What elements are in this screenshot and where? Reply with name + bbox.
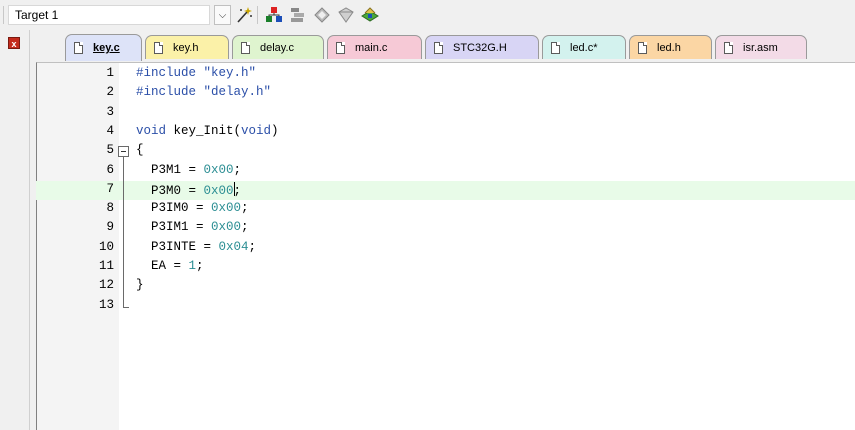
tab-key-h[interactable]: key.h	[145, 35, 229, 59]
code-text: EA = 1;	[136, 259, 204, 273]
fold-collapse-icon[interactable]	[118, 146, 129, 158]
file-icon	[74, 42, 83, 54]
line-number: 11	[98, 259, 114, 273]
code-line[interactable]: 13	[36, 297, 855, 316]
line-number: 9	[106, 220, 114, 235]
pack-installer-icon[interactable]	[335, 4, 357, 26]
target-dropdown-button[interactable]: ⌵	[214, 5, 231, 25]
code-text: P3M0 = 0x00;	[136, 181, 242, 198]
tab-label: key.c	[93, 42, 120, 54]
tab-delay-c[interactable]: delay.c	[232, 35, 324, 59]
code-line[interactable]: 7 P3M0 = 0x00;	[36, 180, 855, 200]
file-icon	[638, 41, 647, 54]
code-line[interactable]: 8 P3IM0 = 0x00;	[36, 200, 855, 219]
tab-stc32g-h[interactable]: STC32G.H	[425, 35, 539, 59]
project-panel-edge: x	[0, 30, 30, 430]
toolbar-separator	[257, 6, 258, 24]
fold-end-marker	[123, 306, 129, 308]
tab-label: delay.c	[260, 41, 295, 54]
line-number: 12	[98, 278, 114, 293]
toolbar: Target 1 ⌵	[0, 0, 855, 30]
tab-key-c[interactable]: key.c	[65, 34, 142, 61]
close-icon[interactable]: x	[8, 37, 20, 49]
line-number: 3	[106, 104, 114, 119]
target-select[interactable]: Target 1	[8, 5, 210, 25]
line-number: 13	[98, 297, 114, 312]
line-number: 2	[106, 85, 114, 100]
code-line[interactable]: 1 #include "key.h"	[36, 65, 855, 84]
code-text: P3IM0 = 0x00;	[136, 201, 249, 216]
file-extensions-icon[interactable]	[287, 4, 309, 26]
code-text: #include "delay.h"	[136, 85, 272, 100]
code-line[interactable]: 2 #include "delay.h"	[36, 84, 855, 103]
magic-wand-icon[interactable]	[233, 4, 255, 26]
fold-guide-line	[123, 157, 124, 308]
code-line[interactable]: 9 P3IM1 = 0x00;	[36, 219, 855, 238]
tab-led-h[interactable]: led.h	[629, 35, 712, 59]
file-icon	[336, 41, 345, 54]
line-number: 8	[106, 201, 114, 216]
code-line[interactable]: 12}	[36, 277, 855, 296]
code-line[interactable]: 10 P3INTE = 0x04;	[36, 239, 855, 258]
file-icon	[724, 41, 733, 54]
line-number: 6	[106, 162, 114, 177]
line-number: 1	[106, 66, 114, 80]
code-line[interactable]: 5{	[36, 142, 855, 161]
tab-led-c[interactable]: led.c*	[542, 35, 626, 59]
tab-label: isr.asm	[743, 41, 778, 54]
file-icon	[154, 41, 163, 54]
code-line[interactable]: 6 P3M1 = 0x00;	[36, 162, 855, 181]
manage-project-items-icon[interactable]	[263, 4, 285, 26]
tab-label: STC32G.H	[453, 41, 507, 54]
code-text: P3IM1 = 0x00;	[136, 220, 249, 235]
code-text: }	[136, 278, 144, 293]
line-number: 5	[106, 143, 114, 158]
tab-isr-asm[interactable]: isr.asm	[715, 35, 807, 59]
file-icon	[241, 41, 250, 54]
file-icon	[434, 41, 443, 54]
tab-label: main.c	[355, 41, 388, 54]
code-text: void key_Init(void)	[136, 123, 279, 138]
code-text: P3M1 = 0x00;	[136, 162, 242, 177]
line-number: 7	[106, 181, 114, 196]
code-text: {	[136, 143, 144, 158]
code-line[interactable]: 3	[36, 104, 855, 123]
code-text: #include "key.h"	[136, 66, 257, 80]
tab-main-c[interactable]: main.c	[327, 35, 422, 59]
tab-label: led.c*	[570, 41, 598, 54]
line-number: 10	[98, 239, 114, 254]
tab-label: led.h	[657, 41, 681, 54]
diamond-icon[interactable]	[311, 4, 333, 26]
line-number: 4	[106, 123, 114, 138]
manage-run-time-environment-icon[interactable]	[359, 4, 381, 26]
code-line[interactable]: 11 EA = 1;	[36, 258, 855, 277]
code-line[interactable]: 4 void key_Init(void)	[36, 123, 855, 142]
file-icon	[551, 41, 560, 54]
code-text: P3INTE = 0x04;	[136, 239, 257, 254]
tab-label: key.h	[173, 41, 199, 54]
toolbar-grip	[0, 6, 4, 24]
